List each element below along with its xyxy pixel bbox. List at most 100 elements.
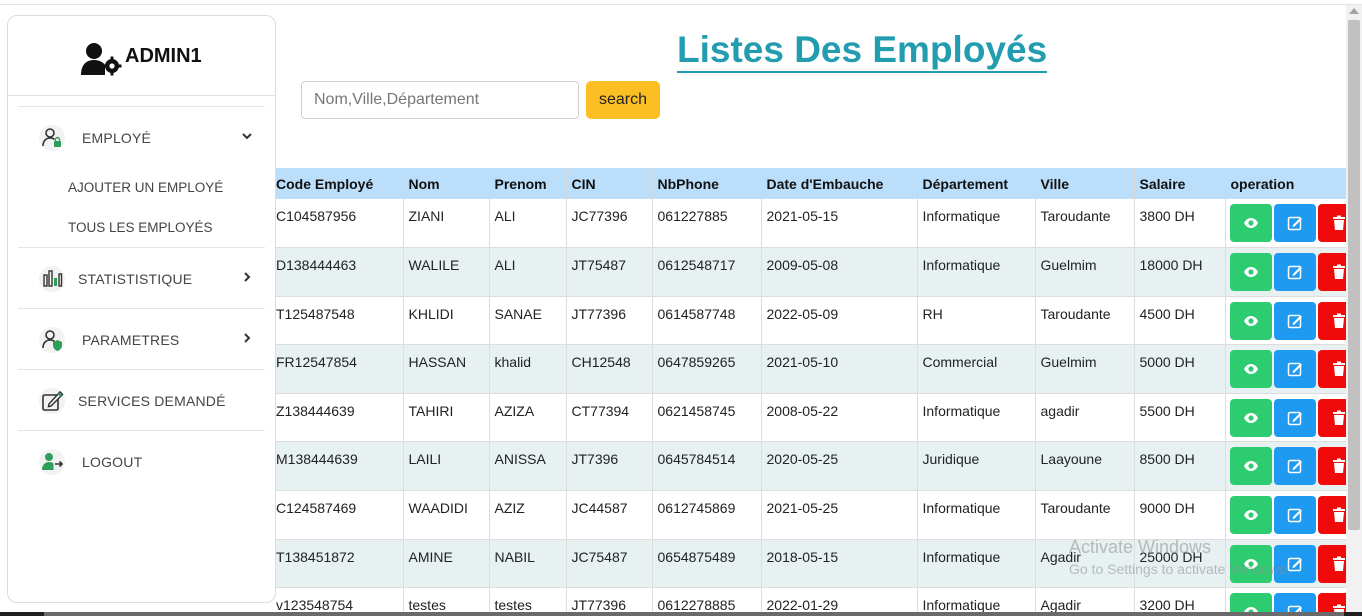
horizontal-scrollbar[interactable]: [44, 612, 1344, 616]
delete-button[interactable]: [1317, 204, 1346, 242]
sidebar-item-label: PARAMETRES: [82, 332, 180, 348]
delete-button[interactable]: [1317, 398, 1346, 437]
cell-date-embauche: 2018-05-15: [761, 539, 918, 589]
eye-icon: [1243, 218, 1258, 228]
sidebar-item-label: SERVICES DEMANDÉ: [78, 393, 226, 409]
page-title: Listes Des Employés: [677, 30, 1048, 73]
edit-icon: [1287, 460, 1302, 474]
column-header: Ville: [1035, 168, 1135, 199]
edit-button[interactable]: [1273, 398, 1316, 437]
delete-button[interactable]: [1317, 544, 1346, 583]
user-logout-icon: [39, 449, 65, 475]
cell-departement: Informatique: [917, 393, 1036, 443]
cell-date-embauche: 2021-05-15: [761, 199, 918, 249]
edit-button[interactable]: [1273, 350, 1316, 389]
cell-prenom: SANAE: [489, 296, 567, 346]
view-button[interactable]: [1229, 496, 1272, 535]
delete-button[interactable]: [1317, 593, 1346, 612]
edit-icon: [1287, 508, 1302, 523]
cell-operations: [1225, 247, 1346, 297]
cell-salaire: 9000 DH: [1134, 490, 1226, 540]
sidebar-item-parametres[interactable]: PARAMETRES: [18, 320, 265, 360]
search-input[interactable]: [301, 81, 579, 119]
cell-departement: RH: [917, 296, 1036, 346]
cell-cin: JC77396: [566, 199, 653, 249]
edit-button[interactable]: [1273, 204, 1316, 242]
sidebar-item-label: STATISTISTIQUE: [78, 271, 193, 287]
trash-icon: [1332, 410, 1345, 425]
user-shield-icon: [39, 327, 65, 353]
view-button[interactable]: [1229, 204, 1272, 242]
delete-button[interactable]: [1317, 301, 1346, 340]
column-header: Département: [917, 168, 1036, 199]
cell-date-embauche: 2009-05-08: [761, 247, 918, 297]
scrollbar-thumb[interactable]: [1348, 20, 1360, 530]
search-button[interactable]: search: [586, 81, 660, 119]
sidebar-subitem-add-employee[interactable]: AJOUTER UN EMPLOYÉ: [68, 180, 223, 195]
cell-phone: 0614587748: [652, 296, 762, 346]
cell-ville: agadir: [1035, 393, 1135, 443]
cell-date-embauche: 2022-01-29: [761, 587, 918, 612]
cell-operations: [1225, 490, 1346, 540]
cell-operations: [1225, 393, 1346, 443]
column-header: NbPhone: [652, 168, 762, 199]
eye-icon: [1243, 315, 1258, 326]
trash-icon: [1332, 604, 1345, 612]
edit-button[interactable]: [1273, 593, 1316, 612]
cell-cin: CH12548: [566, 344, 653, 394]
delete-button[interactable]: [1317, 496, 1346, 535]
eye-icon: [1243, 510, 1258, 521]
view-button[interactable]: [1229, 253, 1272, 292]
cell-departement: Informatique: [917, 247, 1036, 297]
cell-phone: 0621458745: [652, 393, 762, 443]
table-row: Z138444639 TAHIRI AZIZA CT77394 0621458745 20…: [276, 393, 1346, 443]
column-header: Prenom: [489, 168, 567, 199]
sidebar-item-logout[interactable]: LOGOUT: [18, 442, 265, 482]
table-header-row: Code Employé Nom Prenom CIN NbPhone Date d'Em…: [276, 168, 1346, 199]
bar-chart-icon: [39, 266, 65, 292]
cell-departement: Informatique: [917, 587, 1036, 612]
table-row: D138444463 WALILE ALI JT75487 0612548717 2009…: [276, 247, 1346, 297]
scroll-up-arrow[interactable]: [1349, 8, 1359, 14]
cell-nom: testes: [403, 587, 490, 612]
trash-icon: [1332, 556, 1345, 571]
trash-icon: [1332, 215, 1345, 230]
cell-cin: CT77394: [566, 393, 653, 443]
view-button[interactable]: [1229, 447, 1272, 486]
view-button[interactable]: [1229, 593, 1272, 612]
view-button[interactable]: [1229, 398, 1272, 437]
view-button[interactable]: [1229, 301, 1272, 340]
edit-button[interactable]: [1273, 301, 1316, 340]
trash-icon: [1332, 507, 1345, 523]
divider: [18, 430, 265, 431]
delete-button[interactable]: [1317, 350, 1346, 389]
cell-prenom: ALI: [489, 199, 567, 249]
edit-button[interactable]: [1273, 447, 1316, 486]
cell-phone: 0647859265: [652, 344, 762, 394]
sidebar-item-employe[interactable]: EMPLOYÉ: [18, 118, 265, 158]
cell-ville: Taroudante: [1035, 490, 1135, 540]
cell-code: v123548754: [276, 587, 404, 612]
cell-salaire: 4500 DH: [1134, 296, 1226, 346]
cell-ville: Taroudante: [1035, 296, 1135, 346]
view-button[interactable]: [1229, 350, 1272, 389]
cell-code: M138444639: [276, 441, 404, 492]
divider: [18, 247, 265, 248]
delete-button[interactable]: [1317, 447, 1346, 486]
cell-date-embauche: 2022-05-09: [761, 296, 918, 346]
trash-icon: [1332, 313, 1345, 328]
column-header: Code Employé: [276, 168, 404, 199]
edit-icon: [1287, 265, 1302, 280]
cell-cin: JT77396: [566, 296, 653, 346]
sidebar-item-services-demande[interactable]: SERVICES DEMANDÉ: [18, 381, 265, 421]
delete-button[interactable]: [1317, 253, 1346, 292]
edit-button[interactable]: [1273, 496, 1316, 535]
chevron-right-icon: [244, 272, 251, 282]
sidebar-subitem-all-employees[interactable]: TOUS LES EMPLOYÉS: [68, 220, 213, 235]
cell-code: D138444463: [276, 247, 404, 297]
cell-cin: JT7396: [566, 441, 653, 492]
sidebar-item-statistique[interactable]: STATISTISTIQUE: [18, 259, 265, 299]
edit-button[interactable]: [1273, 253, 1316, 292]
cell-date-embauche: 2020-05-25: [761, 441, 918, 492]
cell-nom: TAHIRI: [403, 393, 490, 443]
